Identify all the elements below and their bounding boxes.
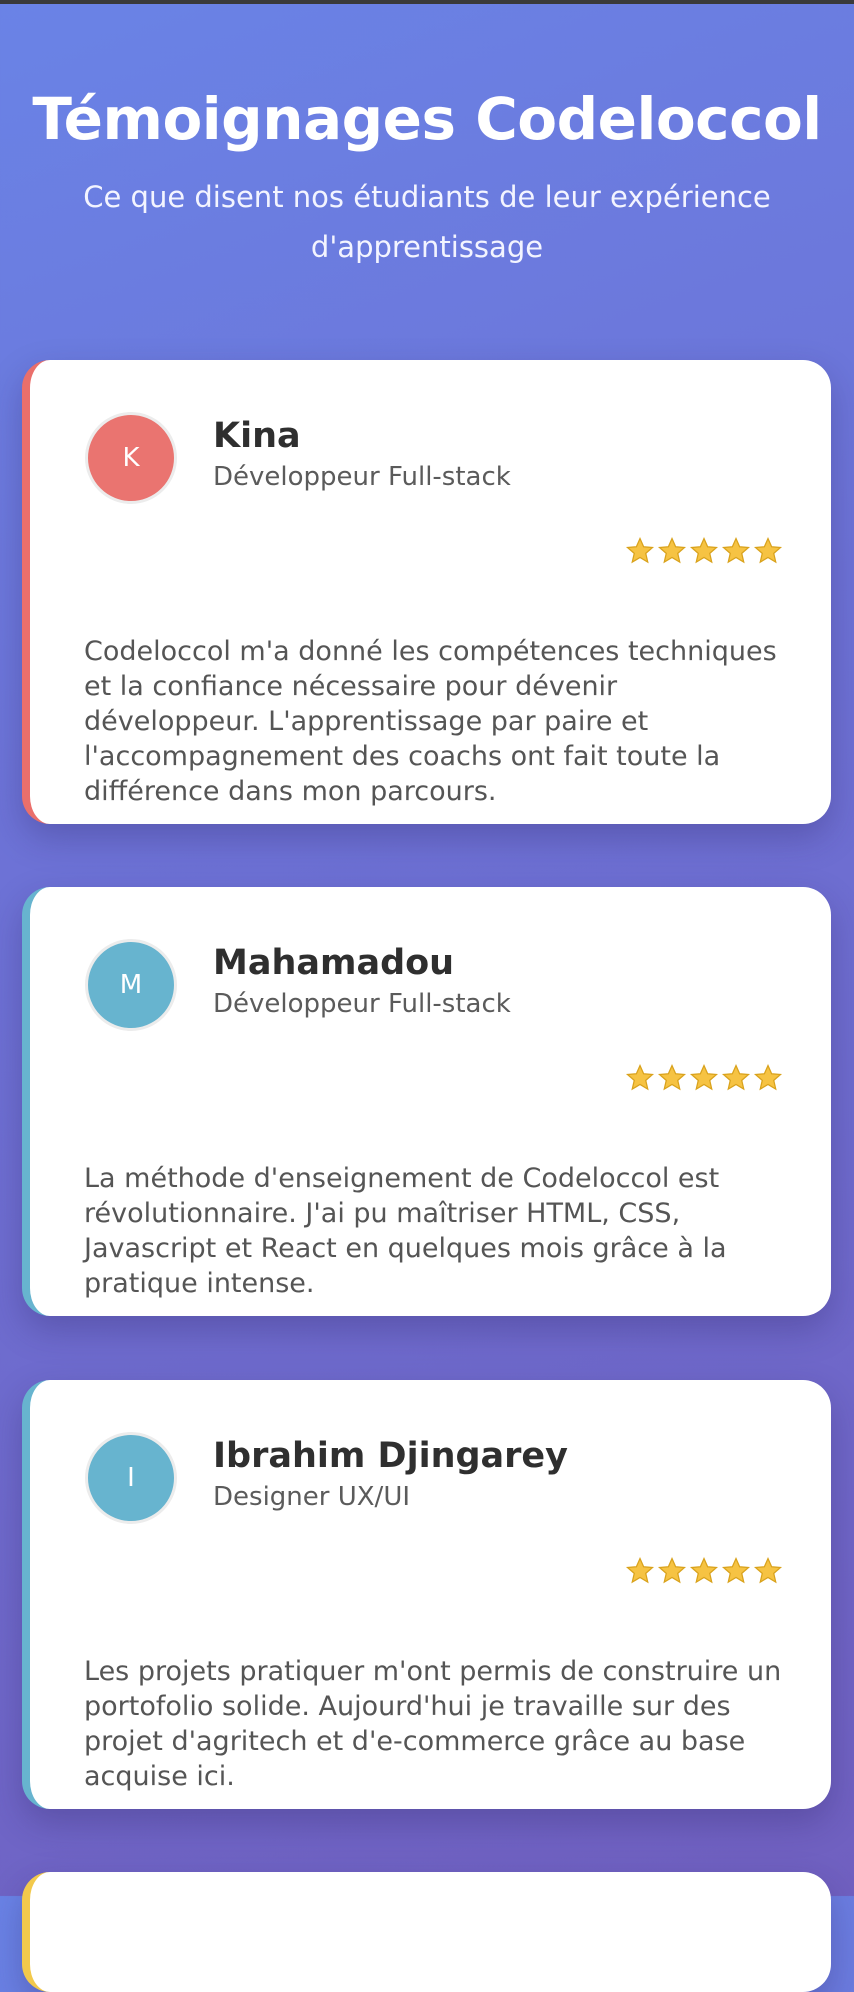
window-top-bar [0, 0, 854, 4]
star-icon [689, 1556, 719, 1584]
testimonial-card: K Kina Développeur Full-stack Codeloccol… [22, 360, 831, 824]
star-icon [753, 1556, 783, 1584]
page-subtitle: Ce que disent nos étudiants de leur expé… [83, 180, 771, 264]
testimonial-name: Kina [213, 416, 301, 456]
star-icon [657, 1556, 687, 1584]
star-icon [689, 536, 719, 564]
star-icon [753, 536, 783, 564]
testimonial-quote: La méthode d'enseignement de Codeloccol … [84, 1163, 727, 1299]
testimonial-card: M Mahamadou Développeur Full-stack La mé… [22, 887, 831, 1316]
testimonial-quote: Codeloccol m'a donné les compétences tec… [84, 636, 777, 807]
rating-stars [625, 536, 783, 566]
avatar: I [85, 1432, 177, 1524]
page-header: Témoignages Codeloccol Ce que disent nos… [0, 80, 854, 272]
star-icon [721, 536, 751, 564]
testimonial-card: I Ibrahim Djingarey Designer UX/UI Les p… [22, 1380, 831, 1809]
star-icon [657, 536, 687, 564]
star-icon [625, 1063, 655, 1091]
page-title: Témoignages Codeloccol [32, 85, 822, 153]
star-icon [625, 536, 655, 564]
testimonial-role: Développeur Full-stack [213, 462, 511, 492]
rating-stars [625, 1556, 783, 1586]
testimonial-name: Ibrahim Djingarey [213, 1436, 568, 1476]
star-icon [753, 1063, 783, 1091]
avatar: M [85, 939, 177, 1031]
rating-stars [625, 1063, 783, 1093]
star-icon [625, 1556, 655, 1584]
avatar: K [85, 412, 177, 504]
testimonial-role: Développeur Full-stack [213, 989, 511, 1019]
star-icon [657, 1063, 687, 1091]
star-icon [721, 1063, 751, 1091]
star-icon [721, 1556, 751, 1584]
testimonial-role: Designer UX/UI [213, 1482, 411, 1512]
testimonial-quote: Les projets pratiquer m'ont permis de co… [84, 1656, 782, 1792]
testimonial-card [22, 1872, 831, 1992]
star-icon [689, 1063, 719, 1091]
testimonial-name: Mahamadou [213, 943, 455, 983]
